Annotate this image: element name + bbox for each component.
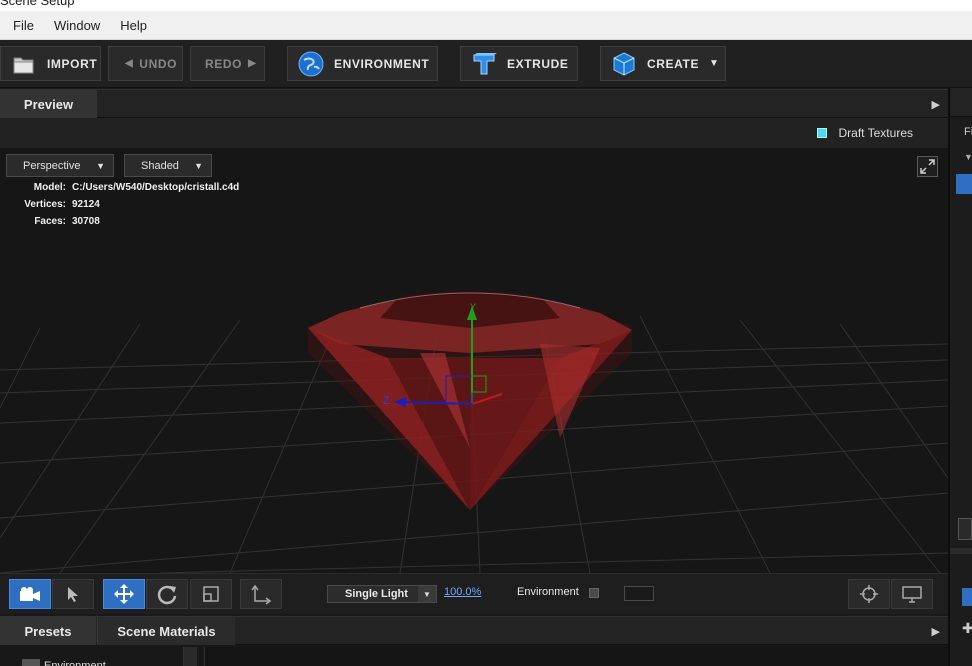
- materials-area: [204, 647, 948, 666]
- model-info: Model: C:/Users/W540/Desktop/cristall.c4d: [0, 182, 240, 193]
- view-mode-value: Perspective: [23, 159, 81, 172]
- create-button[interactable]: CREATE ▼: [600, 46, 726, 81]
- undo-label: UNDO: [139, 56, 178, 71]
- chevron-down-icon: ▼: [418, 586, 436, 602]
- axis-pivot-icon: [251, 584, 272, 605]
- window-title: Scene Setup: [0, 0, 75, 8]
- presets-tree: Environment: [0, 645, 948, 666]
- display-settings-button[interactable]: [891, 579, 933, 609]
- folder-icon: [11, 51, 37, 77]
- menu-window[interactable]: Window: [47, 18, 107, 33]
- bottom-panel-header: Presets Scene Materials ▶: [0, 616, 948, 646]
- extrude-button[interactable]: EXTRUDE: [460, 46, 578, 81]
- import-label: IMPORT: [47, 56, 98, 71]
- axis-y-label: Y: [470, 302, 476, 312]
- right-side-panel: Fi ▼ ✚: [948, 88, 972, 666]
- camera-icon: [20, 587, 40, 601]
- scale-icon: [203, 586, 219, 602]
- pointer-icon: [68, 587, 78, 602]
- faces-count: 30708: [72, 216, 100, 227]
- cube-icon: [611, 51, 637, 77]
- right-panel-header: [950, 88, 972, 117]
- vertices-label: Vertices:: [24, 199, 66, 210]
- draft-textures-checkbox[interactable]: [816, 128, 827, 138]
- faces-info: Faces: 30708: [0, 216, 100, 227]
- tab-preview[interactable]: Preview: [0, 90, 97, 119]
- move-tool-button[interactable]: [103, 579, 145, 609]
- chevron-down-icon: ▼: [96, 161, 105, 171]
- chevron-down-icon: ▼: [194, 161, 203, 171]
- chevron-down-icon: ▼: [709, 58, 720, 69]
- environment-color-swatch[interactable]: [624, 586, 654, 601]
- main-toolbar: IMPORT ◀ UNDO REDO ▶ ENVIRONMENT EXTRUDE: [0, 40, 972, 88]
- extrude-t-icon: [471, 51, 497, 77]
- model-path: C:/Users/W540/Desktop/cristall.c4d: [72, 182, 240, 193]
- zoom-level-link[interactable]: 100.0%: [444, 586, 481, 598]
- redo-button[interactable]: REDO ▶: [190, 46, 265, 81]
- 3d-viewport[interactable]: Y Z Perspective ▼ Shaded ▼ Model: C:/User…: [0, 148, 948, 573]
- select-tool-button[interactable]: [52, 579, 94, 609]
- tab-presets-label: Presets: [24, 624, 72, 639]
- vertices-count: 92124: [72, 199, 100, 210]
- tree-scrollbar[interactable]: [183, 647, 197, 666]
- vertices-info: Vertices: 92124: [0, 199, 100, 210]
- menu-bar: File Window Help: [0, 11, 972, 40]
- shading-mode-dropdown[interactable]: Shaded ▼: [124, 154, 212, 177]
- folder-icon: [22, 659, 40, 666]
- environment-button[interactable]: ENVIRONMENT: [287, 46, 438, 81]
- gem-model: [308, 291, 632, 510]
- cube-icon[interactable]: [962, 588, 972, 606]
- model-label: Model:: [33, 182, 66, 193]
- create-label: CREATE: [647, 56, 700, 71]
- environment-checkbox[interactable]: [589, 588, 599, 598]
- menu-help[interactable]: Help: [113, 18, 154, 33]
- menu-file[interactable]: File: [6, 18, 41, 33]
- import-button[interactable]: IMPORT: [0, 46, 101, 81]
- globe-icon: [298, 51, 324, 77]
- draft-textures-label: Draft Textures: [838, 126, 913, 140]
- tree-item-environment[interactable]: Environment: [44, 658, 106, 666]
- tab-preview-label: Preview: [23, 97, 74, 112]
- tab-scene-materials-label: Scene Materials: [117, 624, 216, 639]
- extrude-label: EXTRUDE: [507, 56, 569, 71]
- environment-label: ENVIRONMENT: [334, 56, 430, 71]
- preview-options-bar: Draft Textures: [0, 118, 948, 148]
- rotate-icon: [157, 585, 177, 605]
- panel-collapse-icon[interactable]: ▶: [932, 98, 940, 111]
- scale-tool-button[interactable]: [190, 579, 232, 609]
- folder-button[interactable]: [958, 518, 972, 540]
- redo-label: REDO: [205, 56, 243, 71]
- target-focus-button[interactable]: [848, 579, 890, 609]
- tab-scene-materials[interactable]: Scene Materials: [97, 617, 235, 646]
- right-panel-label: Fi: [964, 126, 972, 138]
- faces-label: Faces:: [34, 216, 66, 227]
- panel-collapse-icon[interactable]: ▶: [932, 625, 940, 638]
- redo-arrow-icon: ▶: [248, 58, 257, 69]
- preview-panel-header: Preview ▶: [0, 89, 948, 119]
- scene-canvas: Y Z: [0, 291, 948, 573]
- light-mode-value: Single Light: [345, 588, 408, 600]
- rotate-tool-button[interactable]: [146, 579, 188, 609]
- expand-viewport-button[interactable]: [917, 156, 938, 177]
- window-title-bar: Scene Setup: [0, 0, 972, 11]
- chevron-down-icon[interactable]: ▼: [964, 152, 972, 162]
- pivot-tool-button[interactable]: [240, 579, 282, 609]
- light-mode-dropdown[interactable]: Single Light ▼: [327, 585, 437, 603]
- environment-toggle-label: Environment: [517, 586, 579, 598]
- expand-icon: [920, 159, 935, 174]
- move-arrows-icon[interactable]: ✚: [962, 620, 972, 637]
- shading-mode-value: Shaded: [141, 159, 179, 172]
- camera-tool-button[interactable]: [9, 579, 51, 609]
- move-arrows-icon: [114, 584, 134, 604]
- view-mode-dropdown[interactable]: Perspective ▼: [6, 154, 114, 177]
- monitor-icon: [902, 586, 922, 603]
- axis-z-label: Z: [383, 395, 390, 407]
- selected-list-item[interactable]: [956, 174, 972, 194]
- panel-divider: [950, 548, 972, 554]
- crosshair-icon: [860, 585, 878, 603]
- tab-presets[interactable]: Presets: [0, 617, 96, 646]
- undo-button[interactable]: ◀ UNDO: [108, 46, 183, 81]
- undo-arrow-icon: ◀: [125, 58, 134, 69]
